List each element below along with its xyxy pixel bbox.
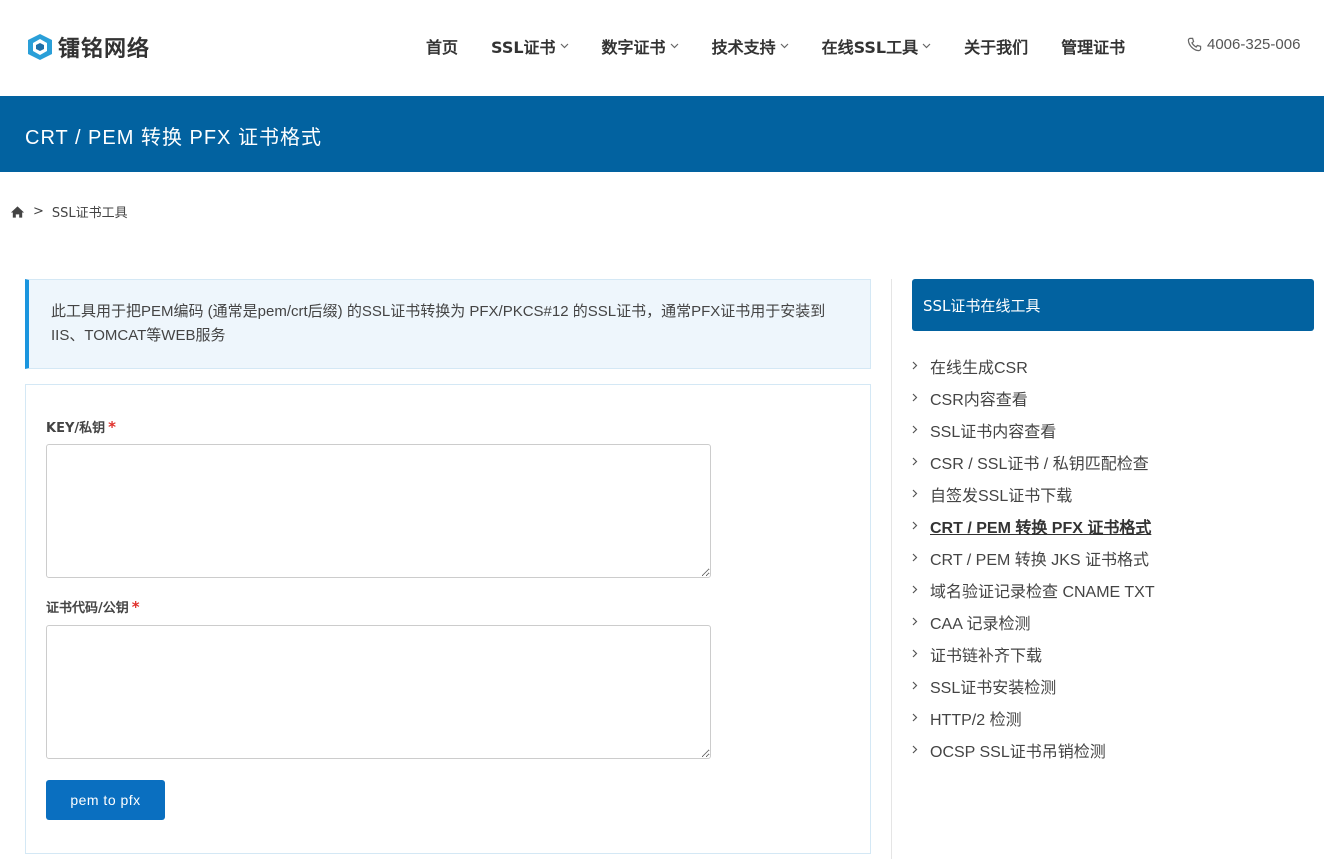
sidebar-tool-label: SSL证书内容查看 [930,424,1057,441]
nav-item-2[interactable]: 数字证书 [602,34,679,58]
logo-text: 镭铭网络 [58,37,151,62]
phone-number: 4006-325-006 [1207,36,1301,53]
sidebar-tool-link[interactable]: 域名验证记录检查 CNAME TXT [912,574,1155,606]
nav-item-3[interactable]: 技术支持 [712,34,789,58]
breadcrumb-separator: > [33,204,44,219]
nav-item-label: 技术支持 [711,38,776,57]
nav-item-5[interactable]: 关于我们 [964,34,1028,58]
sidebar-tool-link[interactable]: SSL证书内容查看 [912,414,1155,446]
nav-item-6[interactable]: 管理证书 [1061,34,1125,58]
page-title: CRT / PEM 转换 PFX 证书格式 [25,127,322,149]
certificate-input[interactable] [46,625,711,759]
sidebar-tool-label: CRT / PEM 转换 JKS 证书格式 [930,552,1149,569]
chevron-right-icon [912,711,930,725]
sidebar-tool-link[interactable]: 在线生成CSR [912,350,1155,382]
sidebar-tool-list: 在线生成CSR CSR内容查看 SSL证书内容查看 CSR / SSL证书 / 私钥匹… [912,350,1155,766]
cert-label: 证书代码/公钥 * [46,597,140,616]
breadcrumb: > SSL证书工具 [10,202,128,221]
chevron-right-icon [912,487,930,501]
chevron-down-icon [670,41,679,52]
sidebar-tool-label: 在线生成CSR [930,360,1028,377]
chevron-right-icon [912,455,930,469]
phone-icon [1187,37,1202,52]
tool-description: 此工具用于把PEM编码 (通常是pem/crt后缀) 的SSL证书转换为 PFX… [25,279,871,369]
chevron-right-icon [912,551,930,565]
logo-icon [28,34,52,60]
chevron-right-icon [912,391,930,405]
sidebar-tool-label: 自签发SSL证书下载 [930,488,1073,505]
chevron-right-icon [912,423,930,437]
nav-item-label: 管理证书 [1061,38,1126,57]
sidebar-tool-link[interactable]: 自签发SSL证书下载 [912,478,1155,510]
nav-item-label: 首页 [426,38,459,57]
sidebar-tool-link[interactable]: SSL证书安装检测 [912,670,1155,702]
sidebar-tool-label: SSL证书安装检测 [930,680,1057,697]
sidebar-tool-link[interactable]: OCSP SSL证书吊销检测 [912,734,1155,766]
nav-item-4[interactable]: 在线SSL工具 [822,34,932,58]
sidebar-tool-label: CSR内容查看 [930,392,1028,409]
sidebar-tool-label: CSR / SSL证书 / 私钥匹配检查 [930,456,1149,473]
nav-item-label: 关于我们 [964,38,1029,57]
chevron-right-icon [912,583,930,597]
sidebar-tool-link[interactable]: CRT / PEM 转换 JKS 证书格式 [912,542,1155,574]
nav-item-label: 数字证书 [601,38,666,57]
required-mark: * [131,598,140,616]
nav-item-1[interactable]: SSL证书 [491,34,569,58]
sidebar-tool-label: HTTP/2 检测 [930,712,1022,729]
conversion-form: KEY/私钥 * 证书代码/公钥 * pem to pfx [25,384,871,854]
site-logo[interactable]: 镭铭网络 [27,31,150,63]
sidebar-tool-label: 证书链补齐下载 [930,648,1043,665]
column-divider [891,279,892,859]
nav-item-0[interactable]: 首页 [426,34,458,58]
sidebar-tool-label: CAA 记录检测 [930,616,1031,633]
chevron-down-icon [922,41,931,52]
sidebar-tool-link[interactable]: 证书链补齐下载 [912,638,1155,670]
sidebar-tool-link[interactable]: CSR内容查看 [912,382,1155,414]
chevron-right-icon [912,615,930,629]
pem-to-pfx-button[interactable]: pem to pfx [46,780,165,820]
chevron-right-icon [912,743,930,757]
sidebar-title-text: SSL证书在线工具 [923,297,1041,315]
cert-label-text: 证书代码/公钥 [46,601,129,616]
chevron-right-icon [912,359,930,373]
sidebar-tool-link[interactable]: CRT / PEM 转换 PFX 证书格式 [912,510,1155,542]
sidebar-tool-label: OCSP SSL证书吊销检测 [930,744,1106,761]
phone-contact[interactable]: 4006-325-006 [1187,36,1300,53]
nav-item-label: SSL证书 [491,38,556,57]
chevron-right-icon [912,679,930,693]
breadcrumb-current[interactable]: SSL证书工具 [52,202,128,221]
chevron-right-icon [912,647,930,661]
chevron-right-icon [912,519,930,533]
page-banner: CRT / PEM 转换 PFX 证书格式 [0,96,1324,172]
sidebar-tool-label: 域名验证记录检查 CNAME TXT [930,584,1155,601]
sidebar-tool-link[interactable]: HTTP/2 检测 [912,702,1155,734]
chevron-down-icon [560,41,569,52]
private-key-input[interactable] [46,444,711,578]
required-mark: * [108,418,116,436]
sidebar-title: SSL证书在线工具 [912,279,1314,331]
main-nav: 首页 SSL证书 数字证书 技术支持 在线SSL工具 关于我们 管理证书 [426,34,1125,58]
sidebar-tool-link[interactable]: CAA 记录检测 [912,606,1155,638]
site-header: 镭铭网络 首页 SSL证书 数字证书 技术支持 在线SSL工具 关于我们 管理证书 4006… [0,0,1324,96]
nav-item-label: 在线SSL工具 [821,38,919,57]
chevron-down-icon [780,41,789,52]
tool-description-text: 此工具用于把PEM编码 (通常是pem/crt后缀) 的SSL证书转换为 PFX… [51,303,826,344]
key-label: KEY/私钥 * [46,417,116,436]
key-label-text: KEY/私钥 [46,421,106,436]
sidebar-tool-label: CRT / PEM 转换 PFX 证书格式 [930,520,1152,537]
home-icon[interactable] [10,205,25,219]
sidebar-tool-link[interactable]: CSR / SSL证书 / 私钥匹配检查 [912,446,1155,478]
